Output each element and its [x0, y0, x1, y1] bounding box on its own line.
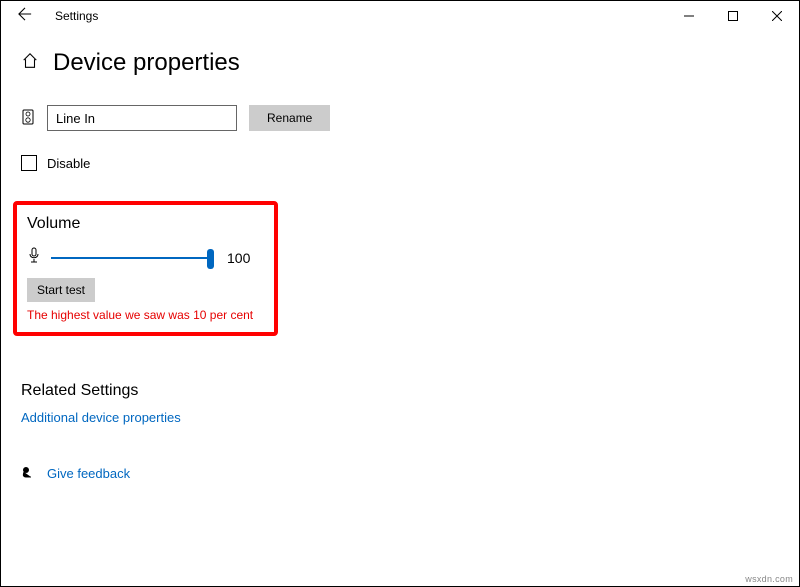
volume-slider[interactable]: [51, 248, 211, 268]
maximize-icon: [728, 11, 738, 21]
volume-slider-row: 100: [27, 247, 262, 268]
maximize-button[interactable]: [711, 1, 755, 31]
volume-section-highlight: Volume 100 Start test The highest value …: [13, 201, 278, 336]
slider-track: [51, 257, 211, 259]
additional-device-properties-link[interactable]: Additional device properties: [21, 410, 779, 425]
device-name-row: Rename: [21, 105, 779, 131]
volume-section-title: Volume: [27, 215, 262, 233]
watermark: wsxdn.com: [745, 574, 793, 584]
disable-row: Disable: [21, 155, 779, 171]
home-icon[interactable]: [21, 52, 39, 75]
device-name-input[interactable]: [47, 105, 237, 131]
start-test-button[interactable]: Start test: [27, 278, 95, 302]
disable-checkbox[interactable]: [21, 155, 37, 171]
minimize-button[interactable]: [667, 1, 711, 31]
device-icon: [21, 109, 35, 127]
feedback-icon: [21, 465, 35, 482]
back-button[interactable]: [5, 7, 45, 24]
feedback-row: Give feedback: [21, 465, 779, 482]
page-heading: Device properties: [21, 49, 779, 77]
titlebar: Settings: [1, 1, 799, 31]
rename-button[interactable]: Rename: [249, 105, 330, 131]
window-title: Settings: [55, 9, 98, 23]
slider-thumb[interactable]: [207, 249, 214, 269]
back-arrow-icon: [18, 7, 32, 21]
minimize-icon: [684, 11, 694, 21]
page-title: Device properties: [53, 49, 240, 77]
close-icon: [772, 11, 782, 21]
give-feedback-link[interactable]: Give feedback: [47, 466, 130, 481]
test-result-text: The highest value we saw was 10 per cent: [27, 308, 262, 322]
window-controls: [667, 1, 799, 31]
related-settings-title: Related Settings: [21, 382, 779, 400]
volume-value: 100: [227, 250, 250, 266]
close-button[interactable]: [755, 1, 799, 31]
microphone-icon: [27, 247, 41, 268]
disable-label: Disable: [47, 156, 90, 171]
content-area: Device properties Rename Disable Volume …: [1, 31, 799, 500]
